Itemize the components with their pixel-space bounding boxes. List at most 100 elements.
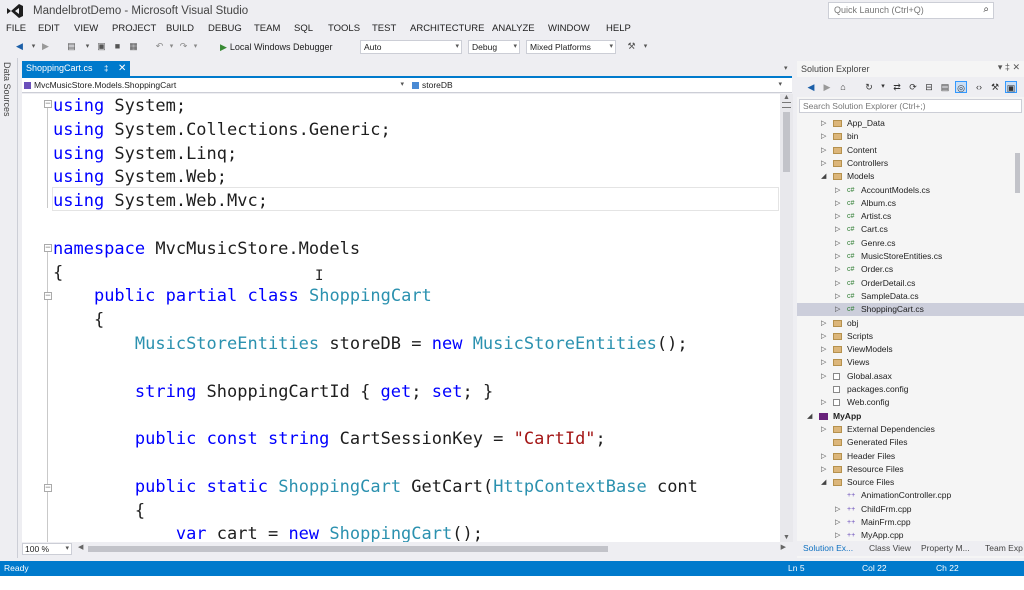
menu-team[interactable]: TEAM [254, 23, 280, 34]
search-icon[interactable]: ⌕ [983, 4, 989, 15]
collapsed-arrow-icon[interactable]: ▷ [821, 450, 830, 463]
tree-item[interactable]: ▷ Views [797, 356, 1024, 369]
sync-icon[interactable]: ⇄ [891, 81, 903, 93]
tree-item[interactable]: ▷ obj [797, 317, 1024, 330]
expanded-arrow-icon[interactable]: ◢ [821, 476, 830, 489]
debug-target-dropdown[interactable]: Auto ▾ [360, 40, 462, 54]
menu-tools[interactable]: TOOLS [328, 23, 360, 34]
collapse-all-icon[interactable]: ⊟ [923, 81, 935, 93]
menu-build[interactable]: BUILD [166, 23, 194, 34]
collapsed-arrow-icon[interactable]: ▷ [835, 290, 844, 303]
split-handle-icon[interactable] [782, 102, 791, 108]
collapsed-arrow-icon[interactable]: ▷ [821, 117, 830, 130]
solution-search-input[interactable]: Search Solution Explorer (Ctrl+;) [799, 99, 1022, 113]
pin-icon[interactable]: ‡ [104, 61, 108, 76]
expanded-arrow-icon[interactable]: ◢ [807, 410, 816, 423]
menu-help[interactable]: HELP [606, 23, 631, 34]
collapsed-arrow-icon[interactable]: ▷ [835, 237, 844, 250]
tree-item[interactable]: ◢ Models [797, 170, 1024, 183]
tree-item[interactable]: ▷ Controllers [797, 157, 1024, 170]
undo-icon[interactable]: ↶ [154, 41, 165, 52]
save-all-icon[interactable]: ▦ [128, 41, 139, 52]
home-icon[interactable]: ⌂ [837, 81, 849, 93]
tree-item[interactable]: ▷ c# Artist.cs [797, 210, 1024, 223]
tree-item[interactable]: ▷ Web.config [797, 396, 1024, 409]
tree-item[interactable]: packages.config [797, 383, 1024, 396]
tree-item[interactable]: ▷ ViewModels [797, 343, 1024, 356]
tree-item[interactable]: ▷ c# Genre.cs [797, 237, 1024, 250]
collapsed-arrow-icon[interactable]: ▷ [821, 317, 830, 330]
collapsed-arrow-icon[interactable]: ▷ [821, 396, 830, 409]
menu-file[interactable]: FILE [6, 23, 26, 34]
tree-item[interactable]: ▷ Scripts [797, 330, 1024, 343]
tree-item[interactable]: ▷ c# Order.cs [797, 263, 1024, 276]
new-dropdown-icon[interactable]: ▾ [82, 41, 93, 52]
data-sources-tab[interactable]: Data Sources [2, 62, 12, 117]
menu-sql[interactable]: SQL [294, 23, 313, 34]
menu-edit[interactable]: EDIT [38, 23, 60, 34]
collapsed-arrow-icon[interactable]: ▷ [821, 356, 830, 369]
forward-icon[interactable]: ▶ [40, 41, 51, 52]
undo-dropdown-icon[interactable]: ▾ [166, 41, 177, 52]
tree-item[interactable]: ++ AnimationController.cpp [797, 489, 1024, 502]
forward-icon[interactable]: ▶ [821, 81, 833, 93]
tree-item[interactable]: ▷ c# SampleData.cs [797, 290, 1024, 303]
auto-hide-pin-icon[interactable]: ‡ [1005, 62, 1010, 72]
redo-dropdown-icon[interactable]: ▾ [190, 41, 201, 52]
menu-test[interactable]: TEST [372, 23, 396, 34]
tree-item[interactable]: ▷ Header Files [797, 450, 1024, 463]
menu-architecture[interactable]: ARCHITECTURE [410, 23, 484, 34]
tree-item[interactable]: ▷ c# OrderDetail.cs [797, 277, 1024, 290]
properties-icon[interactable]: ⚒ [989, 81, 1001, 93]
scroll-up-icon[interactable]: ▲ [783, 94, 790, 101]
collapsed-arrow-icon[interactable]: ▷ [835, 250, 844, 263]
tree-item[interactable]: ▷ Global.asax [797, 370, 1024, 383]
tree-item[interactable]: ▷ Resource Files [797, 463, 1024, 476]
collapsed-arrow-icon[interactable]: ▷ [821, 423, 830, 436]
tree-item[interactable]: ▷ External Dependencies [797, 423, 1024, 436]
collapsed-arrow-icon[interactable]: ▷ [835, 210, 844, 223]
tree-item[interactable]: ◢ MyApp [797, 410, 1024, 423]
document-tab-shoppingcart[interactable]: ShoppingCart.cs ‡ ✕ [22, 61, 130, 76]
menu-project[interactable]: PROJECT [112, 23, 156, 34]
save-icon[interactable]: ■ [112, 41, 123, 52]
tree-item[interactable]: ▷ c# AccountModels.cs [797, 184, 1024, 197]
redo-icon[interactable]: ↷ [178, 41, 189, 52]
configuration-dropdown[interactable]: Debug ▾ [468, 40, 520, 54]
collapsed-arrow-icon[interactable]: ▷ [835, 277, 844, 290]
toolbar-options-icon[interactable]: ▾ [640, 41, 651, 52]
tree-item[interactable]: ◢ Source Files [797, 476, 1024, 489]
type-dropdown[interactable]: MvcMusicStore.Models.ShoppingCart ▾ [24, 79, 408, 91]
close-icon[interactable]: ✕ [118, 61, 126, 76]
collapsed-arrow-icon[interactable]: ▷ [835, 516, 844, 529]
solution-tree-scrollbar[interactable] [1012, 117, 1022, 537]
tab-property-manager[interactable]: Property M... [921, 543, 970, 553]
tree-item[interactable]: ▷ ++ ChildFrm.cpp [797, 503, 1024, 516]
collapsed-arrow-icon[interactable]: ▷ [835, 503, 844, 516]
tree-item[interactable]: ▷ c# MusicStoreEntities.cs [797, 250, 1024, 263]
collapsed-arrow-icon[interactable]: ▷ [821, 463, 830, 476]
tree-item[interactable]: ▷ c# Cart.cs [797, 223, 1024, 236]
history-dropdown-icon[interactable]: ▾ [877, 81, 889, 93]
scrollbar-thumb[interactable] [1015, 153, 1020, 193]
quick-launch-input[interactable]: Quick Launch (Ctrl+Q) ⌕ [828, 2, 994, 19]
code-editor[interactable]: − − − − using System; using System.Collec… [22, 94, 780, 542]
menu-analyze[interactable]: ANALYZE [492, 23, 535, 34]
tab-overflow-dropdown-icon[interactable]: ▾ [784, 64, 788, 72]
expanded-arrow-icon[interactable]: ◢ [821, 170, 830, 183]
tree-item[interactable]: ▷ c# Album.cs [797, 197, 1024, 210]
back-dropdown-icon[interactable]: ▾ [28, 41, 39, 52]
zoom-dropdown[interactable]: 100 % ▾ [22, 543, 72, 555]
editor-vertical-scrollbar[interactable]: ▲ ▼ [780, 94, 793, 542]
start-debugging-button[interactable]: ▶ Local Windows Debugger [220, 40, 332, 54]
view-code-icon[interactable]: ‹› [973, 81, 985, 93]
menu-debug[interactable]: DEBUG [208, 23, 242, 34]
scroll-left-icon[interactable]: ◀ [78, 543, 83, 551]
tree-item[interactable]: ▷ bin [797, 130, 1024, 143]
preview-icon[interactable]: ◎ [955, 81, 967, 93]
scroll-right-icon[interactable]: ▶ [781, 543, 786, 551]
tree-item[interactable]: ▷ Content [797, 144, 1024, 157]
scroll-down-icon[interactable]: ▼ [783, 534, 790, 541]
window-position-icon[interactable]: ▾ [998, 62, 1003, 72]
tree-item[interactable]: ▷ ++ MainFrm.cpp [797, 516, 1024, 529]
